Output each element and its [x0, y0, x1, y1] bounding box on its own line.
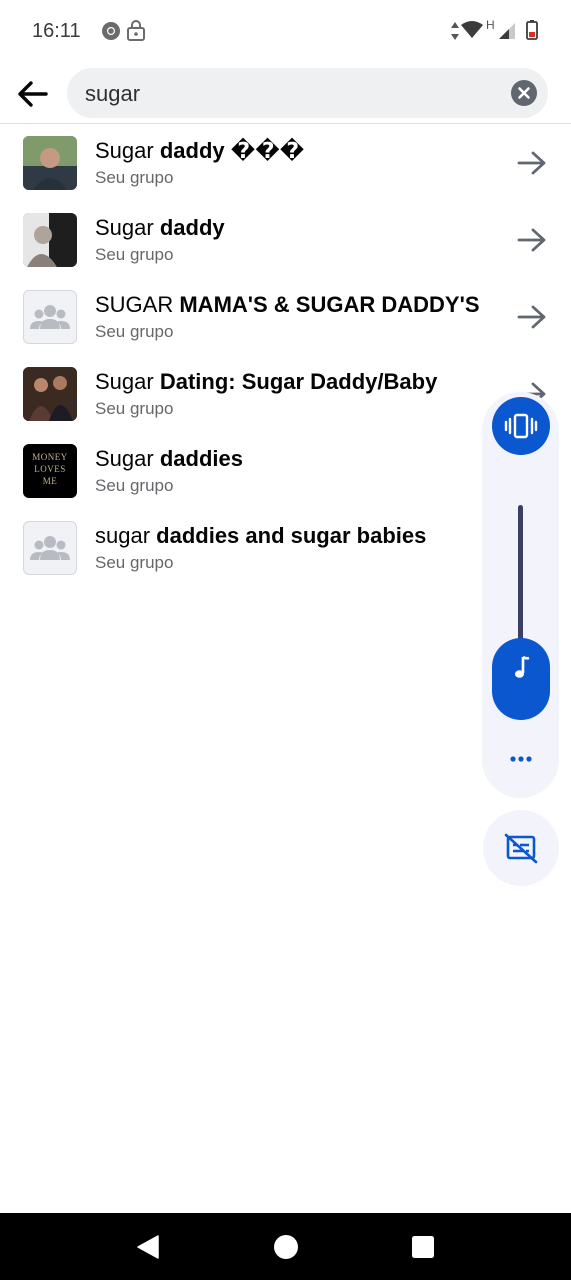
status-time: 16:11 — [32, 20, 81, 42]
captions-off-icon — [504, 833, 538, 864]
result-subtitle: Seu grupo — [95, 168, 174, 187]
clear-icon — [511, 80, 537, 106]
nav-recents-button[interactable] — [409, 1233, 437, 1261]
clear-search-button[interactable] — [511, 80, 537, 106]
group-icon — [30, 536, 70, 560]
group-placeholder-thumbnail — [23, 521, 77, 575]
nav-home-button[interactable] — [272, 1233, 300, 1261]
network-type-label: H — [486, 18, 495, 32]
chrome-icon — [102, 22, 120, 40]
wifi-icon — [461, 21, 483, 38]
recents-square-icon — [412, 1236, 434, 1258]
volume-panel — [482, 392, 559, 798]
volume-slider-thumb[interactable] — [492, 638, 550, 720]
system-nav-bar — [0, 1213, 571, 1280]
vibrate-toggle-button[interactable] — [492, 397, 550, 455]
lock-icon — [127, 20, 145, 41]
music-note-icon — [515, 655, 530, 678]
status-bar: 16:11 H — [0, 0, 571, 62]
arrow-left-icon — [18, 81, 48, 107]
vibrate-icon — [504, 413, 538, 439]
battery-icon — [526, 20, 538, 40]
result-title: SUGAR MAMA'S & SUGAR DADDY'S — [95, 292, 480, 317]
search-header — [0, 62, 571, 123]
search-input[interactable] — [83, 78, 497, 110]
thumbnail-text: MONEY LOVES ME — [32, 452, 68, 486]
result-item-3[interactable]: SUGAR MAMA'S & SUGAR DADDY'S Seu grupo — [0, 278, 571, 355]
search-box — [67, 68, 548, 118]
more-options-button[interactable] — [500, 744, 542, 774]
group-thumbnail: MONEY LOVES ME — [23, 444, 77, 498]
signal-icon — [499, 23, 515, 39]
result-subtitle: Seu grupo — [95, 322, 174, 341]
result-title: Sugar Dating: Sugar Daddy/Baby — [95, 369, 438, 394]
more-icon — [510, 756, 532, 762]
back-triangle-icon — [137, 1235, 159, 1259]
arrow-right-icon — [517, 228, 546, 252]
volume-slider-track[interactable] — [518, 505, 523, 655]
result-title: sugar daddies and sugar babies — [95, 523, 427, 548]
group-thumbnail — [23, 136, 77, 190]
result-title: Sugar daddy ��� — [95, 138, 305, 163]
home-circle-icon — [274, 1235, 298, 1259]
result-subtitle: Seu grupo — [95, 553, 174, 572]
group-placeholder-thumbnail — [23, 290, 77, 344]
nav-back-button[interactable] — [134, 1233, 162, 1261]
result-subtitle: Seu grupo — [95, 245, 174, 264]
result-subtitle: Seu grupo — [95, 399, 174, 418]
group-icon — [30, 305, 70, 329]
result-item-2[interactable]: Sugar daddy Seu grupo — [0, 201, 571, 278]
arrow-right-icon — [517, 305, 546, 329]
result-item-1[interactable]: Sugar daddy ��� Seu grupo — [0, 124, 571, 201]
data-arrows-icon — [451, 22, 459, 40]
back-button[interactable] — [14, 76, 52, 112]
group-thumbnail — [23, 367, 77, 421]
result-subtitle: Seu grupo — [95, 476, 174, 495]
result-title: Sugar daddies — [95, 446, 243, 471]
live-caption-button[interactable] — [483, 810, 559, 886]
group-thumbnail — [23, 213, 77, 267]
result-title: Sugar daddy — [95, 215, 225, 240]
arrow-right-icon — [517, 151, 546, 175]
